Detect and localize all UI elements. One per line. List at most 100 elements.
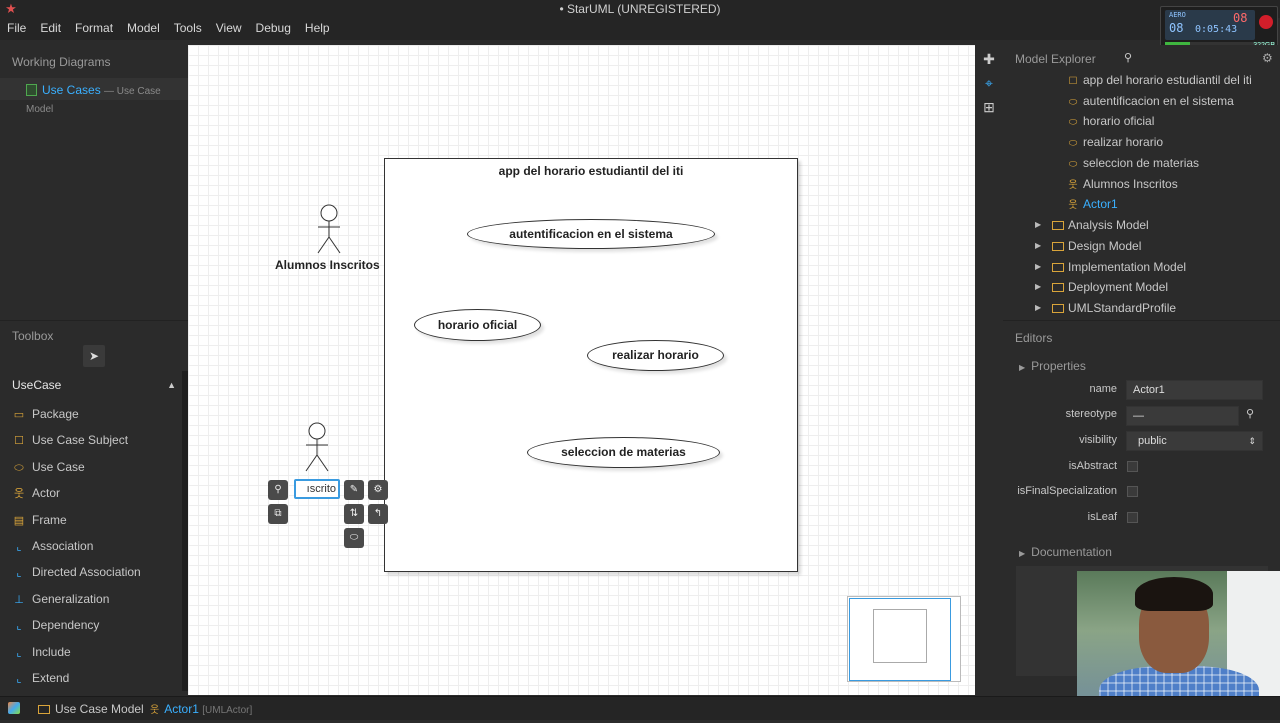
menu-file[interactable]: File [0, 18, 33, 38]
quick-association-icon[interactable]: ↰ [368, 504, 388, 524]
tool-extend[interactable]: ⌞ Extend [0, 665, 182, 691]
folder-icon [1052, 221, 1064, 230]
folder-icon [38, 705, 50, 714]
tool-label: Use Case [32, 459, 85, 474]
tree-item-usecase[interactable]: ⬭ autentificacion en el sistema [1067, 91, 1234, 111]
extend-icon: ⌞ [16, 672, 22, 685]
extensions-icon[interactable]: ✚ [975, 47, 1003, 71]
name-field[interactable]: Actor1 [1126, 380, 1263, 400]
tool-generalization[interactable]: ⊥ Generalization [0, 586, 182, 612]
working-diagram-label: Use Cases [42, 83, 101, 97]
tool-use-case-subject[interactable]: ☐ Use Case Subject [0, 427, 182, 453]
tool-use-case[interactable]: ⬭ Use Case [0, 454, 182, 480]
tool-label: Association [32, 538, 94, 553]
stereotype-field[interactable]: — [1126, 406, 1239, 426]
include-icon: ⌞ [16, 646, 22, 659]
tree-item-usecase[interactable]: ⬭ seleccion de materias [1067, 153, 1199, 173]
tree-item-label: autentificacion en el sistema [1083, 94, 1234, 108]
stereotype-search-icon[interactable]: ⚲ [1246, 407, 1254, 420]
gear-icon[interactable]: ⚙ [1262, 51, 1273, 65]
left-panel: Working Diagrams Use Cases — Use Case Mo… [0, 40, 188, 696]
menu-help[interactable]: Help [298, 18, 337, 38]
tree-item-usecase[interactable]: ⬭ realizar horario [1067, 132, 1163, 152]
quick-usecase-icon[interactable]: ⬭ [344, 528, 364, 548]
isfinal-checkbox[interactable] [1127, 486, 1138, 497]
menu-view[interactable]: View [209, 18, 249, 38]
use-case-realizar-horario[interactable]: realizar horario [587, 340, 724, 371]
tool-dependency[interactable]: ⌞ Dependency [0, 612, 182, 638]
pointer-icon[interactable]: ➤ [83, 345, 105, 367]
visibility-select[interactable]: public ⇕ [1126, 431, 1263, 451]
tree-item-deployment-model[interactable]: Deployment Model [1052, 277, 1168, 297]
use-case-horario-oficial[interactable]: horario oficial [414, 309, 541, 341]
actor-figure-alumnos[interactable] [314, 203, 344, 255]
documentation-label: Documentation [1031, 545, 1112, 559]
crosshair-icon[interactable]: ⌖ [975, 71, 1003, 95]
tree-item-actor-selected[interactable]: 웃 Actor1 [1067, 194, 1117, 214]
quick-add-actor-icon[interactable]: ⚲ [268, 480, 288, 500]
menu-format[interactable]: Format [68, 18, 120, 38]
tool-frame[interactable]: ▤ Frame [0, 507, 182, 533]
actor-name-edit-field[interactable]: ıscrito [294, 479, 340, 499]
use-case-autentificacion[interactable]: autentificacion en el sistema [467, 219, 715, 249]
usecase-group-header[interactable]: UseCase ▲ [0, 373, 182, 397]
isabstract-checkbox[interactable] [1127, 461, 1138, 472]
working-diagram-use-cases[interactable]: Use Cases — Use Case Model [26, 82, 188, 115]
tool-directed-association[interactable]: ⌞ Directed Association [0, 559, 182, 585]
quick-add-subject-icon[interactable]: ⧉ [268, 504, 288, 524]
menu-edit[interactable]: Edit [33, 18, 68, 38]
recorder-display: AERO 08 0:05:43 08 [1165, 10, 1255, 40]
subject-icon: ☐ [1068, 76, 1078, 87]
expand-icon[interactable]: ▶ [1035, 215, 1045, 235]
quick-settings-icon[interactable]: ⚙ [368, 480, 388, 500]
minimap[interactable] [847, 596, 961, 682]
properties-header[interactable]: ▶ Properties [1019, 359, 1086, 373]
tree-item-label: Analysis Model [1068, 218, 1149, 232]
actor-name-alumnos[interactable]: Alumnos Inscritos [275, 258, 380, 272]
isleaf-checkbox[interactable] [1127, 512, 1138, 523]
menu-debug[interactable]: Debug [249, 18, 298, 38]
status-model[interactable]: Use Case Model [38, 697, 144, 721]
expand-icon[interactable]: ▶ [1035, 277, 1045, 297]
search-icon[interactable]: ⚲ [1124, 51, 1132, 64]
documentation-header[interactable]: ▶ Documentation [1019, 545, 1112, 559]
tree-item-label: Deployment Model [1068, 280, 1169, 294]
diagram-canvas[interactable]: Alumnos Inscritos app del horario estudi… [188, 45, 975, 695]
tree-item-label: app del horario estudiantil del iti [1083, 73, 1252, 87]
grid-icon[interactable]: ⊞ [975, 95, 1003, 119]
collapse-icon: ▶ [1019, 363, 1026, 372]
usecase-diagram-icon [26, 84, 37, 96]
tool-label: Dependency [32, 618, 100, 633]
expand-icon[interactable]: ▶ [1035, 257, 1045, 277]
tree-item-analysis-model[interactable]: Analysis Model [1052, 215, 1149, 235]
quick-generalization-icon[interactable]: ⇅ [344, 504, 364, 524]
collapse-icon[interactable]: ▲ [167, 373, 176, 397]
quick-edit-icon[interactable]: ✎ [344, 480, 364, 500]
tool-package[interactable]: ▭ Package [0, 401, 182, 427]
menu-tools[interactable]: Tools [167, 18, 209, 38]
tree-item-implementation-model[interactable]: Implementation Model [1052, 257, 1186, 277]
tree-item-usecase[interactable]: ⬭ horario oficial [1067, 111, 1155, 131]
expand-icon[interactable]: ▶ [1035, 298, 1045, 318]
frame-icon: ▤ [13, 514, 25, 527]
tree-item-design-model[interactable]: Design Model [1052, 236, 1141, 256]
status-element[interactable]: 웃 Actor1 [UMLActor] [150, 697, 252, 723]
expand-icon[interactable]: ▶ [1035, 236, 1045, 256]
screen-recorder-widget[interactable]: AERO 08 0:05:43 08 322GB [1160, 6, 1278, 50]
directed-association-icon: ⌞ [16, 567, 22, 580]
tool-association[interactable]: ⌞ Association [0, 533, 182, 559]
tool-actor[interactable]: 웃 Actor [0, 480, 182, 506]
actor-figure-actor1[interactable] [302, 421, 332, 473]
record-icon[interactable] [1259, 15, 1273, 29]
tree-item-subject[interactable]: ☐ app del horario estudiantil del iti [1067, 70, 1252, 90]
use-case-subject[interactable]: app del horario estudiantil del iti aute… [384, 158, 798, 572]
tree-item-label: Design Model [1068, 239, 1142, 253]
generalization-icon: ⊥ [14, 593, 24, 606]
use-case-seleccion-materias[interactable]: seleccion de materias [527, 437, 720, 468]
subject-title[interactable]: app del horario estudiantil del iti [385, 164, 797, 178]
tree-item-actor[interactable]: 웃 Alumnos Inscritos [1067, 174, 1177, 194]
tree-item-uml-standard-profile[interactable]: UMLStandardProfile [1052, 298, 1176, 318]
tool-include[interactable]: ⌞ Include [0, 639, 182, 665]
minimap-subject [873, 609, 927, 663]
menu-model[interactable]: Model [120, 18, 167, 38]
